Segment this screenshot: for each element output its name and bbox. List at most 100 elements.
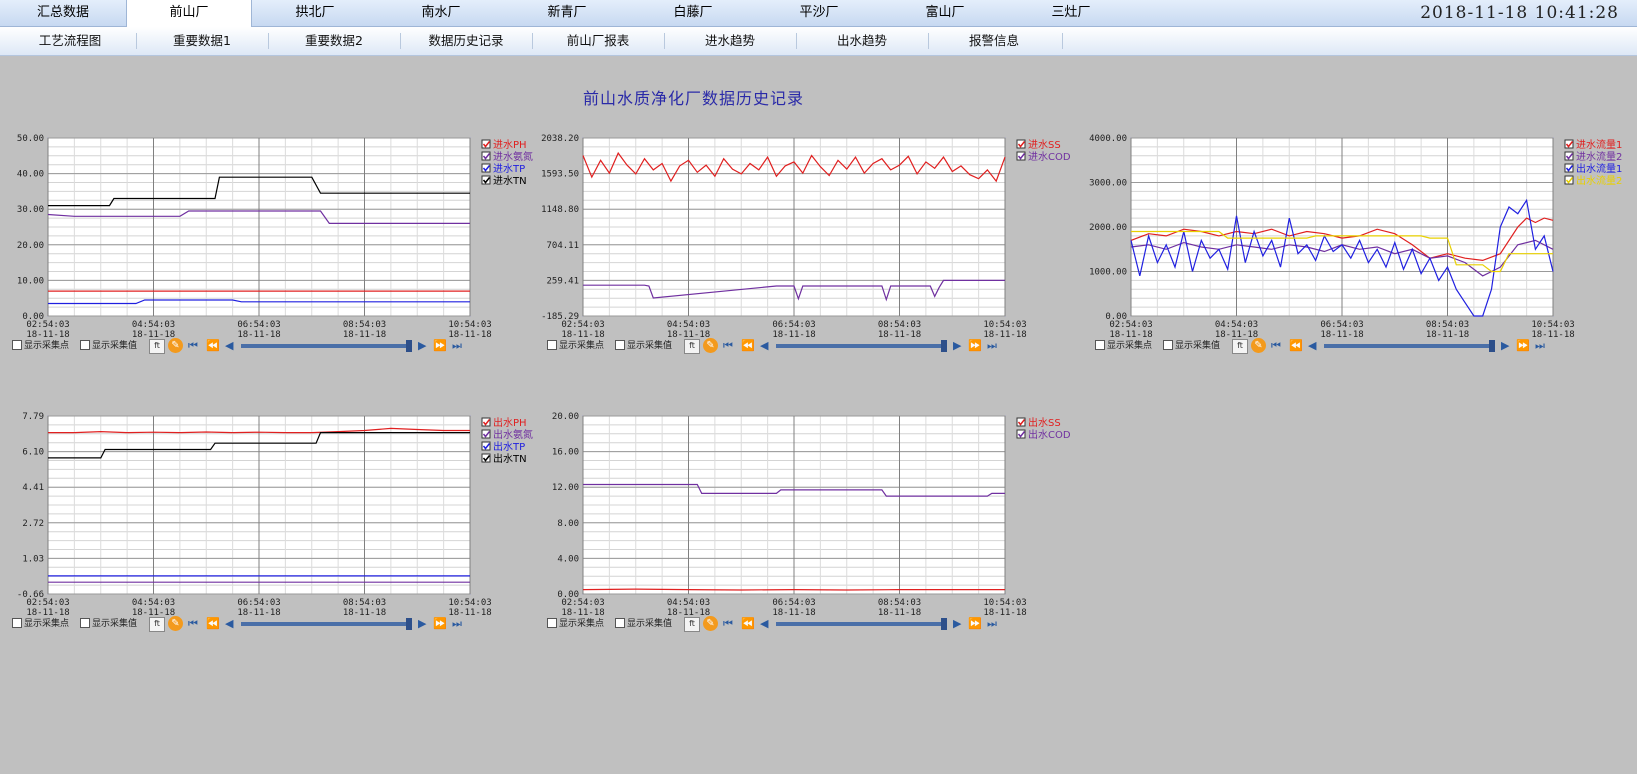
time-slider[interactable] [241,344,409,348]
edit-icon[interactable]: ✎ [703,616,718,631]
legend-item[interactable]: 进水COD [1016,151,1071,163]
legend-label: 进水流量1 [1576,138,1622,151]
legend-item[interactable]: 进水氨氮 [481,150,533,163]
format-icon[interactable]: ft [149,617,165,632]
tab-nanshui[interactable]: 南水厂 [378,0,504,26]
checkbox-box [1095,339,1105,350]
legend-item[interactable]: 进水PH [481,139,527,151]
legend-item[interactable]: 出水TP [481,440,525,453]
subtab-outflow-trend[interactable]: 出水趋势 [796,27,928,55]
skip-end-icon[interactable]: ⏭ [987,617,997,631]
step-forward-icon[interactable]: ▶ [418,617,426,631]
step-back-icon[interactable]: ◀ [225,339,233,353]
legend-item[interactable]: 进水流量1 [1564,138,1622,151]
legend-item[interactable]: 出水PH [481,416,527,429]
y-tick-label: 20.00 [17,241,44,251]
step-forward-icon[interactable]: ▶ [953,339,961,353]
fast-forward-icon[interactable]: ⏩ [968,617,982,631]
skip-end-icon[interactable]: ⏭ [987,339,997,353]
subtab-history[interactable]: 数据历史记录 [400,27,532,55]
show-points-checkbox[interactable]: 显示采集点 [12,617,69,631]
format-icon[interactable]: ft [149,339,165,354]
subtab-key-data-1[interactable]: 重要数据1 [136,27,268,55]
tab-pingsha[interactable]: 平沙厂 [756,0,882,26]
show-values-checkbox[interactable]: 显示采集值 [1163,339,1220,353]
time-slider[interactable] [776,622,944,626]
step-forward-icon[interactable]: ▶ [418,339,426,353]
step-back-icon[interactable]: ◀ [760,617,768,631]
tab-gongbei[interactable]: 拱北厂 [252,0,378,26]
step-back-icon[interactable]: ◀ [760,339,768,353]
slider-thumb[interactable] [941,340,947,352]
slider-thumb[interactable] [941,618,947,630]
skip-end-icon[interactable]: ⏭ [1535,339,1545,353]
subtab-inflow-trend[interactable]: 进水趋势 [664,27,796,55]
show-points-checkbox[interactable]: 显示采集点 [1095,339,1152,353]
show-points-checkbox[interactable]: 显示采集点 [547,617,604,631]
slider-thumb[interactable] [406,340,412,352]
time-slider[interactable] [241,622,409,626]
legend-item[interactable]: 出水COD [1016,428,1071,441]
legend-item[interactable]: 进水TP [481,163,525,175]
edit-icon[interactable]: ✎ [168,338,183,353]
subtab-process-diagram[interactable]: 工艺流程图 [4,27,136,55]
rewind-icon[interactable]: ⏪ [741,339,755,353]
edit-icon[interactable]: ✎ [1251,338,1266,353]
step-back-icon[interactable]: ◀ [1308,339,1316,353]
fast-forward-icon[interactable]: ⏩ [433,339,447,353]
show-values-checkbox[interactable]: 显示采集值 [615,339,672,353]
subtab-report[interactable]: 前山厂报表 [532,27,664,55]
edit-icon[interactable]: ✎ [168,616,183,631]
time-slider[interactable] [776,344,944,348]
x-tick-label: 02:54:03 [26,320,69,330]
skip-start-icon[interactable]: ⏮ [723,617,733,631]
format-icon[interactable]: ft [684,339,700,354]
rewind-icon[interactable]: ⏪ [741,617,755,631]
show-points-checkbox[interactable]: 显示采集点 [12,339,69,353]
skip-start-icon[interactable]: ⏮ [188,339,198,353]
skip-start-icon[interactable]: ⏮ [723,339,733,353]
show-values-checkbox[interactable]: 显示采集值 [80,617,137,631]
tab-qianshan[interactable]: 前山厂 [126,0,252,27]
legend-item[interactable]: 出水流量1 [1564,162,1622,175]
chart-inflow-quality: 50.00 40.00 30.00 20.00 10.00 0.00 02:54:03 18-… [0,130,540,380]
legend-item[interactable]: 出水流量2 [1564,174,1622,187]
rewind-icon[interactable]: ⏪ [206,339,220,353]
tab-summary[interactable]: 汇总数据 [0,0,126,26]
legend-item[interactable]: 进水流量2 [1564,150,1622,163]
time-slider[interactable] [1324,344,1492,348]
slider-thumb[interactable] [406,618,412,630]
fast-forward-icon[interactable]: ⏩ [1516,339,1530,353]
tab-baiteng[interactable]: 白藤厂 [630,0,756,26]
skip-start-icon[interactable]: ⏮ [188,617,198,631]
skip-end-icon[interactable]: ⏭ [452,339,462,353]
y-tick-label: 50.00 [17,134,44,144]
legend-item[interactable]: 出水TN [481,452,527,465]
subtab-alarms[interactable]: 报警信息 [928,27,1060,55]
edit-icon[interactable]: ✎ [703,338,718,353]
format-icon[interactable]: ft [684,617,700,632]
step-back-icon[interactable]: ◀ [225,617,233,631]
format-icon[interactable]: ft [1232,339,1248,354]
legend-item[interactable]: 出水氨氮 [481,428,533,441]
tab-xinqing[interactable]: 新青厂 [504,0,630,26]
subtab-key-data-2[interactable]: 重要数据2 [268,27,400,55]
show-values-checkbox[interactable]: 显示采集值 [615,617,672,631]
legend-item[interactable]: 进水TN [481,175,527,187]
show-points-checkbox[interactable]: 显示采集点 [547,339,604,353]
fast-forward-icon[interactable]: ⏩ [433,617,447,631]
step-forward-icon[interactable]: ▶ [953,617,961,631]
legend-label: 进水SS [1028,139,1061,151]
step-forward-icon[interactable]: ▶ [1501,339,1509,353]
skip-end-icon[interactable]: ⏭ [452,617,462,631]
fast-forward-icon[interactable]: ⏩ [968,339,982,353]
show-values-checkbox[interactable]: 显示采集值 [80,339,137,353]
rewind-icon[interactable]: ⏪ [1289,339,1303,353]
skip-start-icon[interactable]: ⏮ [1271,339,1281,353]
legend-item[interactable]: 进水SS [1016,139,1061,151]
rewind-icon[interactable]: ⏪ [206,617,220,631]
legend-item[interactable]: 出水SS [1016,416,1061,429]
slider-thumb[interactable] [1489,340,1495,352]
tab-sanzao[interactable]: 三灶厂 [1008,0,1134,26]
tab-fushan[interactable]: 富山厂 [882,0,1008,26]
